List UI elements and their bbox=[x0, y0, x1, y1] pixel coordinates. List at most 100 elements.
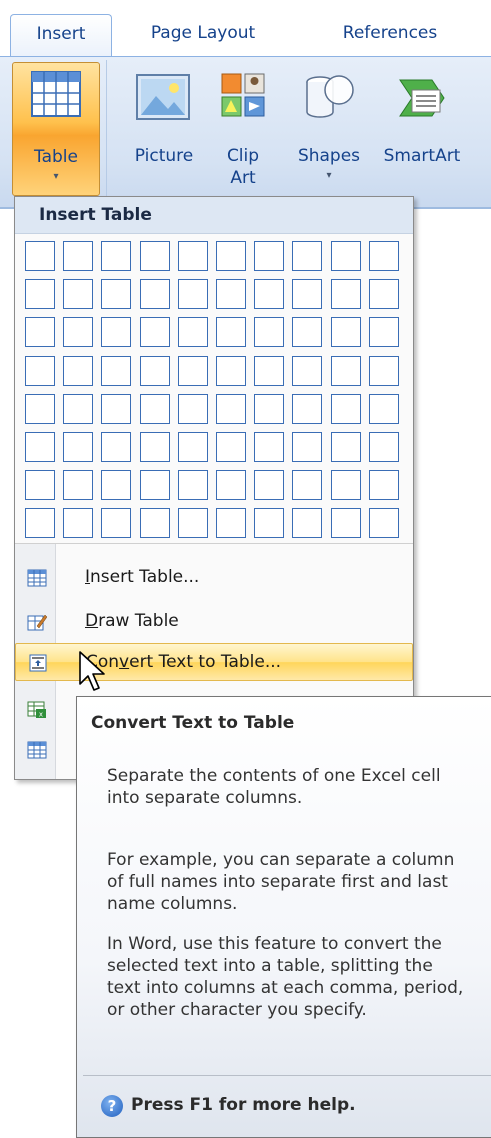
table-grid-cell[interactable] bbox=[254, 470, 284, 500]
table-grid-cell[interactable] bbox=[63, 470, 93, 500]
table-grid-cell[interactable] bbox=[178, 279, 208, 309]
table-grid-cell[interactable] bbox=[140, 508, 170, 538]
table-grid-cell[interactable] bbox=[178, 317, 208, 347]
clip-art-label-line2: Art bbox=[230, 168, 256, 188]
table-grid-cell[interactable] bbox=[25, 317, 55, 347]
table-grid-cell[interactable] bbox=[25, 356, 55, 386]
table-grid-cell[interactable] bbox=[331, 432, 361, 462]
table-grid-cell[interactable] bbox=[140, 470, 170, 500]
table-grid-cell[interactable] bbox=[178, 432, 208, 462]
table-grid-cell[interactable] bbox=[25, 470, 55, 500]
table-grid-cell[interactable] bbox=[101, 394, 131, 424]
table-grid-cell[interactable] bbox=[178, 470, 208, 500]
table-grid-cell[interactable] bbox=[140, 432, 170, 462]
table-grid-cell[interactable] bbox=[63, 241, 93, 271]
table-grid-cell[interactable] bbox=[25, 432, 55, 462]
table-grid-cell[interactable] bbox=[216, 508, 246, 538]
mouse-pointer-icon bbox=[79, 651, 105, 691]
table-grid-cell[interactable] bbox=[369, 394, 399, 424]
table-grid-cell[interactable] bbox=[216, 241, 246, 271]
convert-text-to-table-menu-item[interactable]: Convert Text to Table... bbox=[15, 643, 413, 681]
shapes-button[interactable]: Shapes ▾ bbox=[288, 62, 370, 194]
table-grid-cell[interactable] bbox=[101, 241, 131, 271]
table-grid-cell[interactable] bbox=[292, 241, 322, 271]
table-grid-cell[interactable] bbox=[101, 279, 131, 309]
table-grid-cell[interactable] bbox=[254, 508, 284, 538]
tab-references[interactable]: References bbox=[310, 14, 470, 58]
table-grid-cell[interactable] bbox=[369, 470, 399, 500]
table-grid-cell[interactable] bbox=[331, 470, 361, 500]
table-grid-cell[interactable] bbox=[292, 356, 322, 386]
table-grid-cell[interactable] bbox=[140, 356, 170, 386]
table-grid-cell[interactable] bbox=[178, 241, 208, 271]
table-grid-cell[interactable] bbox=[254, 279, 284, 309]
table-grid-cell[interactable] bbox=[63, 432, 93, 462]
table-grid-cell[interactable] bbox=[101, 470, 131, 500]
clip-art-label-line1: Clip bbox=[226, 146, 260, 166]
table-grid-cell[interactable] bbox=[369, 317, 399, 347]
table-grid-cell[interactable] bbox=[63, 394, 93, 424]
table-grid-cell[interactable] bbox=[254, 394, 284, 424]
table-grid-cell[interactable] bbox=[101, 356, 131, 386]
ribbon-tab-bar: Insert Page Layout References bbox=[0, 0, 491, 59]
table-grid-cell[interactable] bbox=[25, 241, 55, 271]
table-grid-cell[interactable] bbox=[25, 508, 55, 538]
insert-table-dropdown: Insert Table Insert Table... Draw Table bbox=[14, 196, 414, 780]
smartart-button[interactable]: SmartArt bbox=[374, 62, 470, 194]
table-grid-cell[interactable] bbox=[63, 508, 93, 538]
tooltip-paragraph: In Word, use this feature to convert the… bbox=[107, 934, 464, 1020]
table-grid-cell[interactable] bbox=[101, 432, 131, 462]
table-grid-cell[interactable] bbox=[25, 394, 55, 424]
table-grid-cell[interactable] bbox=[178, 394, 208, 424]
table-grid-cell[interactable] bbox=[331, 241, 361, 271]
table-grid-cell[interactable] bbox=[216, 470, 246, 500]
insert-table-menu-item[interactable]: Insert Table... bbox=[15, 559, 413, 597]
table-grid-cell[interactable] bbox=[216, 432, 246, 462]
table-grid-cell[interactable] bbox=[178, 508, 208, 538]
tab-insert[interactable]: Insert bbox=[10, 14, 112, 59]
table-grid-cell[interactable] bbox=[331, 508, 361, 538]
table-grid-cell[interactable] bbox=[140, 241, 170, 271]
table-grid-cell[interactable] bbox=[101, 508, 131, 538]
table-grid-cell[interactable] bbox=[140, 279, 170, 309]
table-grid-cell[interactable] bbox=[331, 317, 361, 347]
table-grid-cell[interactable] bbox=[369, 432, 399, 462]
table-grid-cell[interactable] bbox=[254, 432, 284, 462]
tab-page-layout[interactable]: Page Layout bbox=[128, 14, 278, 58]
draw-table-menu-item[interactable]: Draw Table bbox=[15, 603, 413, 641]
table-grid-cell[interactable] bbox=[25, 279, 55, 309]
ribbon-group-divider bbox=[106, 60, 107, 198]
table-grid-cell[interactable] bbox=[216, 356, 246, 386]
table-grid-cell[interactable] bbox=[331, 279, 361, 309]
table-grid-cell[interactable] bbox=[331, 394, 361, 424]
table-grid-cell[interactable] bbox=[292, 279, 322, 309]
picture-button[interactable]: Picture bbox=[122, 62, 206, 194]
table-grid-cell[interactable] bbox=[216, 279, 246, 309]
table-grid-cell[interactable] bbox=[254, 356, 284, 386]
table-grid-cell[interactable] bbox=[140, 317, 170, 347]
clip-art-button[interactable]: Clip Art bbox=[210, 62, 276, 194]
table-grid-cell[interactable] bbox=[331, 356, 361, 386]
table-grid-cell[interactable] bbox=[369, 279, 399, 309]
table-grid-cell[interactable] bbox=[178, 356, 208, 386]
table-grid-cell[interactable] bbox=[292, 317, 322, 347]
table-grid-cell[interactable] bbox=[254, 317, 284, 347]
table-grid-cell[interactable] bbox=[216, 394, 246, 424]
table-grid-cell[interactable] bbox=[369, 241, 399, 271]
table-grid-cell[interactable] bbox=[63, 279, 93, 309]
table-grid-cell[interactable] bbox=[292, 508, 322, 538]
table-grid-cell[interactable] bbox=[292, 394, 322, 424]
tooltip-separator bbox=[83, 1075, 491, 1076]
table-grid-cell[interactable] bbox=[216, 317, 246, 347]
picture-button-label: Picture bbox=[134, 146, 194, 166]
table-button[interactable]: Table ▾ bbox=[12, 62, 100, 196]
table-grid-cell[interactable] bbox=[369, 356, 399, 386]
table-grid-cell[interactable] bbox=[292, 432, 322, 462]
table-grid-cell[interactable] bbox=[254, 241, 284, 271]
table-grid-cell[interactable] bbox=[140, 394, 170, 424]
table-grid-cell[interactable] bbox=[292, 470, 322, 500]
table-grid-cell[interactable] bbox=[369, 508, 399, 538]
table-grid-cell[interactable] bbox=[63, 356, 93, 386]
table-grid-cell[interactable] bbox=[101, 317, 131, 347]
table-grid-cell[interactable] bbox=[63, 317, 93, 347]
